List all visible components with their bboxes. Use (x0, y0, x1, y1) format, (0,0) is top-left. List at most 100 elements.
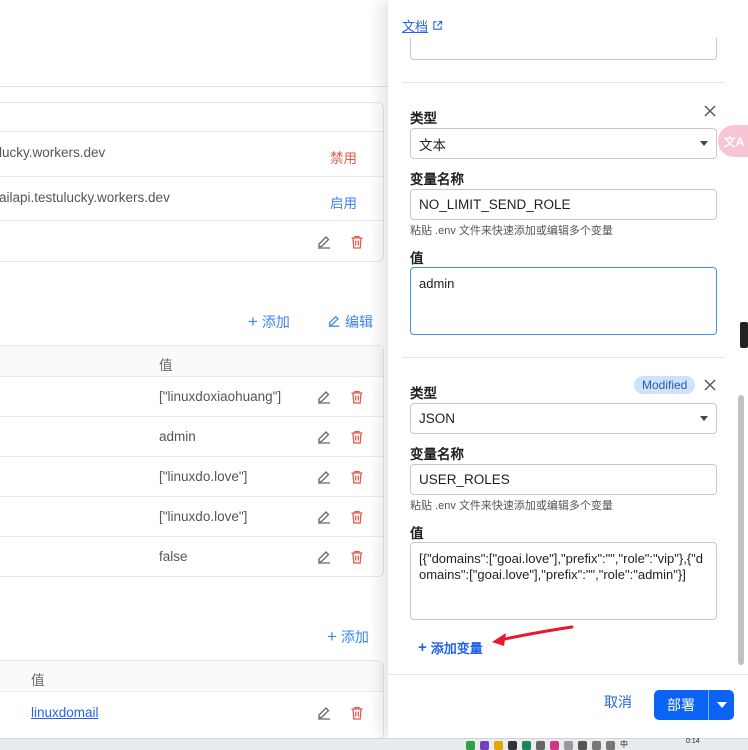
add-var-button[interactable]: + 添加 (248, 312, 290, 332)
value-textarea[interactable]: [{"domains":["goai.love"],"prefix":"","r… (410, 542, 717, 620)
table-row: ["linuxdo.love"] (0, 496, 383, 536)
domain-name: lucky.workers.dev (0, 145, 106, 160)
table-row: admin (0, 416, 383, 456)
app-icon[interactable] (508, 740, 517, 750)
previous-value-field[interactable] (410, 38, 717, 60)
value-label: 值 (410, 251, 424, 266)
ime-indicator[interactable]: 中 (620, 740, 628, 750)
doc-link[interactable]: 文档 (402, 16, 443, 35)
app-icon[interactable] (466, 740, 475, 750)
value-textarea[interactable]: admin (410, 267, 717, 335)
table-row: ["linuxdo.love"] (0, 456, 383, 496)
side-tab[interactable] (740, 322, 748, 348)
translate-button[interactable]: 文A (718, 125, 748, 157)
enable-link[interactable]: 启用 (330, 192, 357, 212)
volume-icon[interactable] (606, 740, 615, 750)
edit-icon[interactable] (315, 468, 333, 486)
doc-link-label: 文档 (402, 19, 429, 34)
app-icon[interactable] (480, 740, 489, 750)
app-icon[interactable] (494, 740, 503, 750)
name-input-value: USER_ROLES (419, 472, 510, 487)
edit-label: 编辑 (345, 314, 373, 330)
network-icon[interactable] (592, 740, 601, 750)
var-value: ["linuxdoxiaohuang"] (159, 389, 282, 404)
scrollbar[interactable] (738, 395, 744, 665)
background-page: lucky.workers.dev 禁用 ailapi.testulucky.w… (0, 0, 388, 738)
edit-icon[interactable] (315, 548, 333, 566)
value-text: admin (419, 276, 455, 291)
plus-icon: + (248, 312, 258, 331)
type-select-value: JSON (419, 411, 456, 426)
delete-icon[interactable] (348, 468, 366, 486)
add-label: 添加 (261, 314, 290, 330)
env-hint: 粘贴 .env 文件来快速添加或编辑多个变量 (410, 225, 613, 237)
var-value: false (159, 549, 188, 564)
type-label: 类型 (410, 111, 437, 126)
value-label: 值 (410, 526, 424, 541)
type-label: 类型 (410, 386, 437, 401)
var-value: ["linuxdo.love"] (159, 509, 248, 524)
add-kv-button[interactable]: + 添加 (327, 627, 369, 647)
app-icon[interactable] (564, 740, 573, 750)
close-icon[interactable] (702, 377, 718, 393)
type-select[interactable]: JSON (410, 403, 717, 434)
cancel-button[interactable]: 取消 (604, 692, 632, 712)
table-row: ["linuxdoxiaohuang"] (0, 376, 383, 416)
clock: 0:14 (686, 738, 700, 745)
table-row: lucky.workers.dev 禁用 (0, 131, 383, 176)
delete-icon[interactable] (348, 388, 366, 406)
app-icon[interactable] (550, 740, 559, 750)
name-input[interactable]: NO_LIMIT_SEND_ROLE (410, 189, 717, 220)
name-label: 变量名称 (410, 447, 464, 462)
app-icon[interactable] (522, 740, 531, 750)
kv-table: 值 linuxdomail (0, 660, 384, 738)
kv-link[interactable]: linuxdomail (31, 705, 99, 720)
chevron-down-icon (716, 702, 727, 708)
name-input-value: NO_LIMIT_SEND_ROLE (419, 197, 571, 212)
close-icon[interactable] (702, 103, 718, 119)
delete-icon[interactable] (348, 233, 366, 251)
table-header: 值 (0, 661, 383, 691)
value-text: [{"domains":["goai.love"],"prefix":"","r… (419, 551, 704, 582)
add-variable-button[interactable]: + 添加变量 (418, 638, 483, 657)
env-hint: 粘贴 .env 文件来快速添加或编辑多个变量 (410, 500, 613, 512)
divider (0, 86, 388, 87)
domains-card: lucky.workers.dev 禁用 ailapi.testulucky.w… (0, 102, 384, 262)
deploy-dropdown-button[interactable] (709, 702, 734, 708)
disable-link[interactable]: 禁用 (330, 147, 357, 167)
delete-icon[interactable] (348, 508, 366, 526)
plus-icon: + (418, 639, 427, 656)
add-label: 添加 (340, 629, 369, 645)
delete-icon[interactable] (348, 428, 366, 446)
name-input[interactable]: USER_ROLES (410, 464, 717, 495)
system-tray: 中 (466, 739, 628, 750)
annotation-arrow-icon (492, 625, 574, 646)
edit-icon[interactable] (315, 508, 333, 526)
chevron-down-icon (700, 140, 708, 146)
edit-icon[interactable] (315, 233, 333, 251)
value-header: 值 (159, 358, 173, 373)
chevron-down-icon (700, 415, 708, 421)
type-select[interactable]: 文本 (410, 128, 717, 159)
divider (388, 674, 748, 675)
edit-icon (327, 314, 341, 331)
vars-table: 值 ["linuxdoxiaohuang"] admin ["linuxdo.l… (0, 345, 384, 577)
type-select-value: 文本 (419, 137, 446, 153)
app-icon[interactable] (536, 740, 545, 750)
translate-icon: 文A (723, 134, 745, 149)
deploy-button[interactable]: 部署 (654, 695, 708, 715)
app-icon[interactable] (578, 740, 587, 750)
taskbar: 中 0:14 (0, 738, 748, 750)
edit-vars-button[interactable]: 编辑 (327, 312, 373, 332)
edit-icon[interactable] (315, 428, 333, 446)
edit-icon[interactable] (315, 704, 333, 722)
deploy-button-group: 部署 (654, 690, 734, 720)
divider (402, 357, 724, 358)
table-row: linuxdomail (0, 691, 383, 731)
plus-icon: + (327, 627, 337, 646)
table-row (0, 103, 383, 131)
delete-icon[interactable] (348, 704, 366, 722)
modified-badge: Modified (634, 376, 696, 394)
delete-icon[interactable] (348, 548, 366, 566)
edit-icon[interactable] (315, 388, 333, 406)
